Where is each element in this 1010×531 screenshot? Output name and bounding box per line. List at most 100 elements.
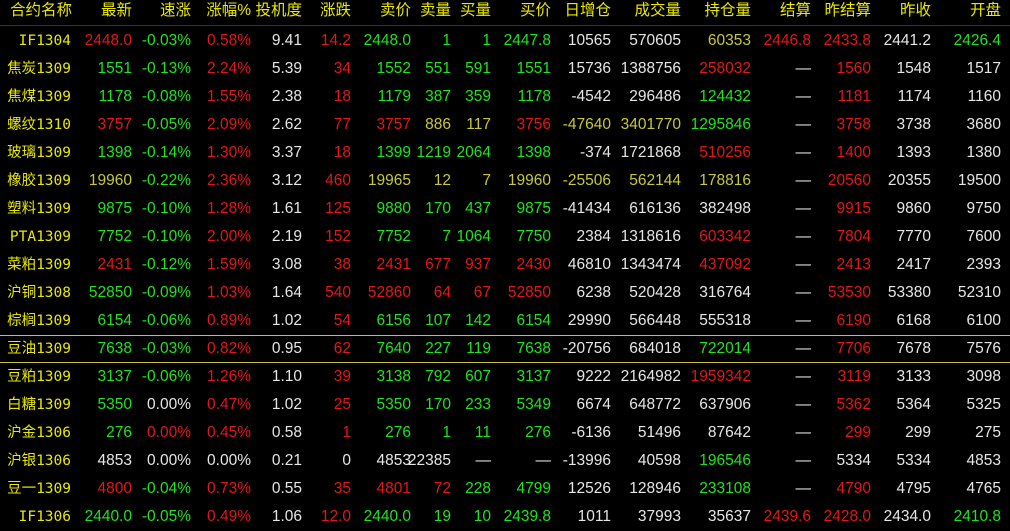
contract-name: PTA1309	[9, 229, 71, 245]
table-row[interactable]: 沪银1306 4853 0.00% 0.00% 0.21 0 4853 22385— — -139…	[0, 447, 1010, 475]
cell-bid-vol: 228	[465, 480, 491, 497]
column-header-spec-ratio[interactable]: 投机度	[255, 0, 302, 22]
cell-open: 3680	[966, 116, 1001, 133]
cell-volume: 3401770	[620, 116, 681, 133]
column-header-change-pct[interactable]: 涨幅%	[206, 0, 251, 22]
cell-speed: -0.03%	[141, 32, 191, 49]
cell-change-pct: 0.73%	[207, 480, 251, 497]
cell-open-interest: 722014	[699, 340, 751, 357]
cell-open-interest: 87642	[707, 424, 751, 441]
cell-ask-vol: 170	[425, 396, 451, 413]
cell-oi-change: 1011	[577, 508, 611, 525]
cell-change-pct: 2.24%	[207, 60, 251, 77]
cell-spec-ratio: 3.08	[271, 256, 302, 273]
cell-change-pct: 2.09%	[207, 116, 251, 133]
table-row[interactable]: 塑料1309 9875 -0.10% 1.28% 1.61 125 9880 170 437 98…	[0, 195, 1010, 223]
table-row[interactable]: 螺纹1310 3757 -0.05% 2.09% 2.62 77 3757 886 117 375…	[0, 111, 1010, 139]
cell-settle: —	[795, 312, 812, 329]
cell-ask-vol: 19	[433, 508, 451, 525]
table-row[interactable]: 沪金1306 276 0.00% 0.45% 0.58 1 276 1 11 276 -6136 51…	[0, 419, 1010, 447]
cell-volume: 1721868	[620, 144, 681, 161]
table-row[interactable]: 豆一1309 4800 -0.04% 0.73% 0.55 35 4801 72 228 4799…	[0, 475, 1010, 503]
table-row[interactable]: IF1304 2448.0 -0.03% 0.58% 9.41 14.2 2448.0 1 1 2…	[0, 27, 1010, 55]
cell-prev-close: 9860	[896, 200, 931, 217]
cell-open-interest: 178816	[699, 172, 751, 189]
column-header-ask[interactable]: 卖价	[380, 0, 411, 22]
column-header-open[interactable]: 开盘	[970, 0, 1001, 22]
contract-name: 豆一1309	[7, 481, 71, 497]
cell-oi-change: 15736	[567, 60, 611, 77]
column-header-prev-settle[interactable]: 昨结算	[824, 0, 871, 22]
cell-speed: -0.05%	[141, 508, 191, 525]
column-header-oi-change[interactable]: 日增仓	[564, 0, 611, 22]
cell-volume: 1388756	[620, 60, 681, 77]
cell-change: 54	[333, 312, 351, 329]
cell-ask: 52860	[367, 284, 411, 301]
column-header-open-interest[interactable]: 持仓量	[704, 0, 751, 22]
column-header-last[interactable]: 最新	[101, 0, 132, 22]
cell-change-pct: 0.00%	[207, 452, 251, 469]
contract-name: 玻璃1309	[7, 145, 71, 161]
cell-bid: —	[535, 452, 552, 469]
cell-ask: 2431	[376, 256, 411, 273]
cell-change-pct: 0.49%	[207, 508, 251, 525]
column-header-volume[interactable]: 成交量	[634, 0, 681, 22]
table-row[interactable]: 沪铜1308 52850 -0.09% 1.03% 1.64 540 52860 64 67 52…	[0, 279, 1010, 307]
cell-bid-vol: 2064	[456, 144, 491, 161]
table-row[interactable]: 白糖1309 5350 0.00% 0.47% 1.02 25 5350 170 233 5349…	[0, 391, 1010, 419]
cell-bid: 276	[525, 424, 551, 441]
cell-oi-change: 9222	[576, 368, 611, 385]
cell-ask: 1552	[376, 60, 411, 77]
contract-name: 棕榈1309	[7, 313, 71, 329]
table-row[interactable]: 棕榈1309 6154 -0.06% 0.89% 1.02 54 6156 107 142 615…	[0, 307, 1010, 335]
cell-change: 18	[333, 144, 351, 161]
table-row[interactable]: 玻璃1309 1398 -0.14% 1.30% 3.37 18 1399 1219 2064 1…	[0, 139, 1010, 167]
cell-bid-vol: 359	[465, 88, 491, 105]
cell-oi-change: -25506	[562, 172, 611, 189]
table-row[interactable]: IF1306 2440.0 -0.05% 0.49% 1.06 12.0 2440.0 19 1…	[0, 503, 1010, 531]
cell-bid-vol: —	[475, 452, 492, 469]
cell-spec-ratio: 3.37	[271, 144, 302, 161]
contract-name: 焦煤1309	[7, 89, 71, 105]
cell-speed: -0.10%	[141, 200, 191, 217]
table-row[interactable]: 焦煤1309 1178 -0.08% 1.55% 2.38 18 1179 387 359 117…	[0, 83, 1010, 111]
table-row[interactable]: 橡胶1309 19960 -0.22% 2.36% 3.12 460 19965 12 7 199…	[0, 167, 1010, 195]
cell-last: 3757	[97, 116, 132, 133]
cell-prev-settle: 53530	[827, 284, 871, 301]
table-row[interactable]: 豆粕1309 3137 -0.06% 1.26% 1.10 39 3138 792 607 313…	[0, 363, 1010, 391]
column-header-bid[interactable]: 买价	[520, 0, 551, 22]
table-row[interactable]: PTA1309 7752 -0.10% 2.00% 2.19 152 7752 7 1064 77…	[0, 223, 1010, 251]
cell-prev-close: 7678	[896, 340, 931, 357]
cell-last: 1178	[98, 88, 132, 105]
cell-change: 12.0	[320, 508, 351, 525]
cell-ask-vol: 551	[425, 60, 451, 77]
cell-settle: —	[795, 144, 812, 161]
cell-ask: 7640	[376, 340, 411, 357]
cell-open: 4765	[966, 480, 1001, 497]
table-row[interactable]: 焦炭1309 1551 -0.13% 2.24% 5.39 34 1552 551 591 155…	[0, 55, 1010, 83]
cell-prev-close: 299	[905, 424, 931, 441]
table-row[interactable]: 豆油1309 7638 -0.03% 0.82% 0.95 62 7640 227 119 763…	[0, 335, 1010, 363]
column-header-bid-vol[interactable]: 买量	[460, 0, 491, 22]
cell-prev-settle: 7706	[836, 340, 871, 357]
column-header-contract[interactable]: 合约名称	[10, 0, 72, 22]
cell-prev-close: 2417	[896, 256, 931, 273]
cell-settle: —	[795, 396, 812, 413]
column-header-change[interactable]: 涨跌	[320, 0, 351, 22]
cell-open: 2410.8	[953, 508, 1001, 525]
cell-open-interest: 258032	[699, 60, 751, 77]
column-header-settle[interactable]: 结算	[780, 0, 811, 22]
cell-ask-vol: 387	[425, 88, 451, 105]
cell-change-pct: 2.36%	[207, 172, 251, 189]
cell-change: 1	[342, 424, 351, 441]
cell-change-pct: 1.26%	[207, 368, 251, 385]
column-header-ask-vol[interactable]: 卖量	[420, 0, 451, 22]
column-header-prev-close[interactable]: 昨收	[900, 0, 931, 22]
cell-settle: —	[795, 172, 812, 189]
cell-last: 7752	[97, 228, 132, 245]
cell-prev-close: 4795	[896, 480, 931, 497]
cell-ask-vol: 107	[425, 312, 451, 329]
table-row[interactable]: 菜粕1309 2431 -0.12% 1.59% 3.08 38 2431 677 937 243…	[0, 251, 1010, 279]
cell-bid: 19960	[507, 172, 551, 189]
column-header-speed[interactable]: 速涨	[160, 0, 191, 22]
